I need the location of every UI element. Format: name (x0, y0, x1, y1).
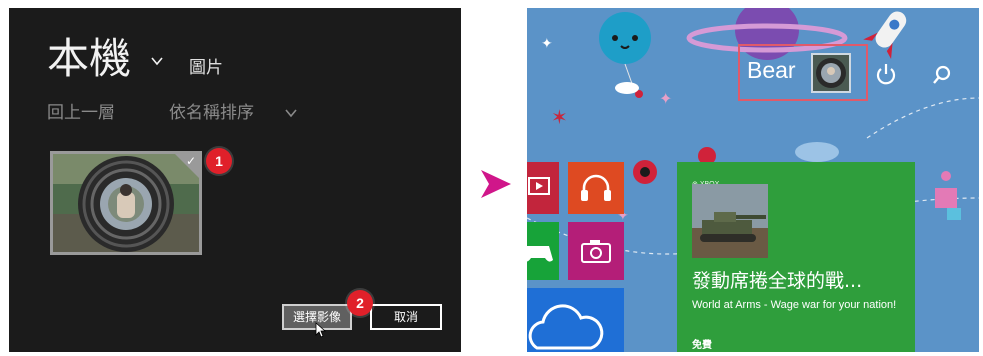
video-icon (528, 177, 550, 195)
location-subfolder: 圖片 (189, 58, 223, 78)
price-label: 免費 (692, 340, 712, 351)
tile-xbox-game[interactable]: ⊗ XBOX 發動席捲全球的戰... World at Arms - Wage … (677, 162, 915, 352)
go-up-link[interactable]: 回上一層 (47, 98, 115, 123)
photo-thumbnail[interactable]: ✓ (50, 151, 202, 255)
tank-image (692, 184, 768, 258)
tile-description: World at Arms - Wage war for your nation… (692, 299, 897, 311)
gamepad-icon (527, 246, 553, 262)
tile-camera[interactable] (568, 222, 624, 280)
file-picker-panel: 本機 圖片 回上一層 依名稱排序 ✓ 1 選擇影像 取消 2 (9, 8, 461, 352)
cancel-button[interactable]: 取消 (370, 304, 442, 330)
tile-music[interactable] (568, 162, 624, 214)
search-icon[interactable] (932, 65, 952, 85)
sort-by-name-menu[interactable]: 依名稱排序 (169, 98, 254, 123)
chevron-down-icon[interactable] (151, 55, 163, 67)
user-name[interactable]: Bear (747, 57, 796, 84)
svg-text:✦: ✦ (541, 36, 553, 52)
tile-onedrive[interactable] (527, 288, 624, 352)
start-screen: ✦ ✶ ✦ ✦ Bear 發動席捲全球的戰... World at Arms -… (527, 8, 979, 352)
tile-games[interactable] (527, 222, 559, 280)
avatar[interactable] (811, 53, 851, 93)
power-icon[interactable] (875, 62, 897, 86)
avatar-photo (813, 55, 849, 91)
arrow-right-icon (481, 170, 511, 198)
tile-title: 發動席捲全球的戰... (692, 270, 863, 292)
mouse-cursor-icon (315, 322, 327, 338)
chevron-down-icon[interactable] (285, 108, 297, 118)
svg-text:✦: ✦ (659, 89, 672, 108)
cloud-icon (528, 304, 604, 350)
svg-text:✶: ✶ (551, 105, 568, 129)
location-title[interactable]: 本機 (47, 34, 131, 84)
tile-video[interactable] (527, 162, 559, 214)
headphones-icon (581, 174, 611, 201)
game-artwork (692, 184, 768, 258)
checkmark-icon: ✓ (185, 154, 196, 168)
step-badge: 2 (347, 290, 373, 316)
camera-icon (581, 240, 611, 263)
step-badge: 1 (206, 148, 232, 174)
